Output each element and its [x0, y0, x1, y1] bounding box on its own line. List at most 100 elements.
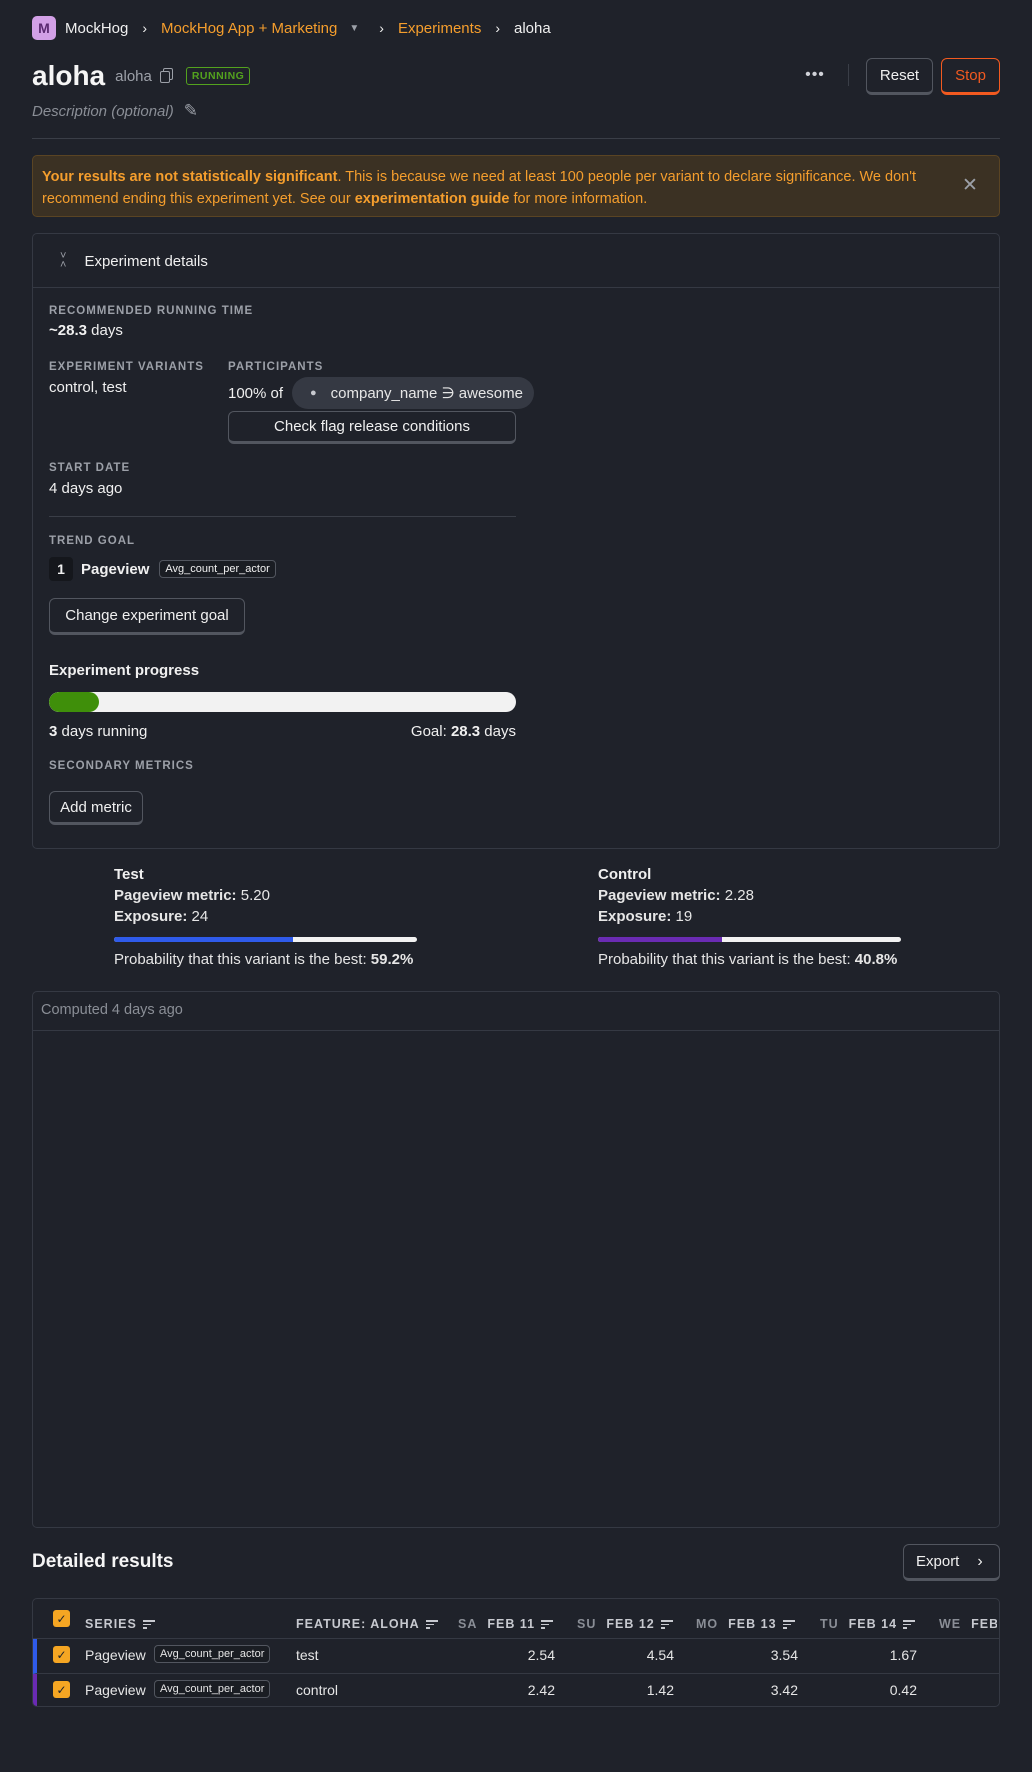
- series-name: Pageview: [85, 1647, 146, 1663]
- row-checkbox[interactable]: ✓: [53, 1681, 70, 1698]
- close-icon[interactable]: ✕: [962, 174, 978, 197]
- prob-label: Probability that this variant is the bes…: [114, 951, 371, 968]
- column-label: FEB 12: [606, 1617, 655, 1631]
- check-flag-button[interactable]: Check flag release conditions: [228, 411, 516, 444]
- variant-metric: Pageview metric: 5.20: [114, 887, 417, 904]
- change-goal-button[interactable]: Change experiment goal: [49, 598, 245, 635]
- detailed-results-title: Detailed results: [32, 1551, 174, 1572]
- variant-cell: test: [296, 1647, 319, 1663]
- reset-button[interactable]: Reset: [866, 58, 933, 95]
- column-label: FEB: [971, 1617, 997, 1631]
- sort-icon[interactable]: [425, 1619, 438, 1629]
- goal-days-number: 28.3: [450, 723, 481, 740]
- experiment-details-panel: [32, 233, 1000, 849]
- select-all-checkbox[interactable]: ✓: [53, 1610, 70, 1627]
- org-avatar[interactable]: M: [32, 16, 56, 40]
- breadcrumb-project[interactable]: MockHog App + Marketing: [161, 20, 337, 37]
- page-header: aloha aloha RUNNING: [32, 58, 251, 94]
- participants-label: PARTICIPANTS: [228, 361, 324, 373]
- variant-summary-control: Control Pageview metric: 2.28 Exposure: …: [598, 866, 901, 968]
- column-feb-14[interactable]: TU FEB 14: [820, 1617, 916, 1631]
- progress-track: [49, 692, 516, 712]
- column-label: SERIES: [85, 1617, 137, 1631]
- variants-value: control, test: [49, 379, 127, 396]
- sort-icon[interactable]: [660, 1619, 673, 1629]
- description-placeholder[interactable]: Description (optional): [32, 103, 174, 120]
- exposure-label: Exposure:: [114, 908, 188, 925]
- chart-panel-divider: [33, 1030, 999, 1031]
- column-feb-15[interactable]: WE FEB: [939, 1617, 997, 1631]
- description[interactable]: Description (optional) ✎: [32, 101, 198, 121]
- probability-text: Probability that this variant is the bes…: [114, 951, 417, 968]
- variant-exposure: Exposure: 24: [114, 908, 417, 925]
- experimentation-guide-link[interactable]: experimentation guide: [355, 191, 510, 207]
- prob-label: Probability that this variant is the bes…: [598, 951, 855, 968]
- chevron-right-icon: ›: [977, 1552, 983, 1570]
- exposure-value: 24: [191, 908, 209, 925]
- sort-icon[interactable]: [541, 1619, 554, 1629]
- days-running-suffix: days running: [57, 723, 148, 740]
- column-feb-11[interactable]: SA FEB 11: [458, 1617, 554, 1631]
- prob-value: 40.8%: [854, 951, 898, 968]
- column-feb-13[interactable]: MO FEB 13: [696, 1617, 795, 1631]
- exposure-value: 19: [675, 908, 693, 925]
- goal-event: Pageview: [81, 560, 150, 578]
- probability-text: Probability that this variant is the bes…: [598, 951, 901, 968]
- column-label: FEB 11: [487, 1617, 536, 1631]
- status-badge: RUNNING: [185, 67, 251, 85]
- copy-icon[interactable]: [159, 68, 174, 84]
- sort-icon[interactable]: [903, 1619, 916, 1629]
- more-options-button[interactable]: •••: [800, 60, 830, 90]
- variant-summary-test: Test Pageview metric: 5.20 Exposure: 24 …: [114, 866, 417, 968]
- participants-filter: company_name ∋ awesome: [330, 385, 523, 402]
- column-feature[interactable]: FEATURE: ALOHA: [296, 1617, 438, 1631]
- column-day: SU: [577, 1617, 597, 1631]
- chevron-right-icon: ›: [142, 20, 148, 36]
- metric-value: 5.20: [240, 887, 270, 904]
- column-label: FEB 13: [728, 1617, 777, 1631]
- value-cell: 1.67: [889, 1647, 917, 1663]
- collapse-icon[interactable]: ˅ ˄: [60, 251, 66, 271]
- column-day: WE: [939, 1617, 962, 1631]
- results-chart-panel: [32, 991, 1000, 1528]
- caret-down-icon[interactable]: ▼: [349, 23, 359, 34]
- significance-warning-banner: Your results are not statistically signi…: [32, 155, 1000, 217]
- column-label: FEATURE: ALOHA: [296, 1617, 420, 1631]
- breadcrumb-org[interactable]: MockHog: [65, 20, 128, 37]
- progress-fill: [49, 692, 99, 712]
- goal-math-tag: Avg_count_per_actor: [159, 560, 276, 578]
- value-cell: 1.42: [646, 1682, 674, 1698]
- column-label: FEB 14: [848, 1617, 898, 1631]
- value-cell: 2.54: [527, 1647, 555, 1663]
- value-cell: 4.54: [646, 1647, 674, 1663]
- goal-days: Goal: 28.3 days: [411, 723, 516, 740]
- experiment-details-title: Experiment details: [84, 252, 208, 270]
- progress-title: Experiment progress: [49, 662, 200, 679]
- sort-icon[interactable]: [142, 1619, 155, 1629]
- goal-days-prefix: Goal:: [410, 723, 451, 740]
- value-cell: 3.54: [770, 1647, 798, 1663]
- running-time-number: 28.3: [57, 322, 87, 339]
- secondary-metrics-label: SECONDARY METRICS: [49, 760, 194, 772]
- header-rule: [32, 138, 1000, 139]
- participants-filter-pill: ● company_name ∋ awesome: [292, 377, 534, 409]
- column-feb-12[interactable]: SU FEB 12: [577, 1617, 673, 1631]
- edit-pencil-icon[interactable]: ✎: [184, 101, 198, 121]
- header-divider: [848, 64, 849, 86]
- experiment-details-header[interactable]: ˅ ˄ Experiment details: [60, 250, 208, 272]
- computed-timestamp: Computed 4 days ago: [41, 1002, 183, 1018]
- breadcrumb-experiments[interactable]: Experiments: [398, 20, 481, 37]
- running-time-unit: days: [86, 322, 123, 339]
- running-time-prefix: ~: [49, 322, 58, 339]
- stop-button[interactable]: Stop: [941, 58, 1000, 95]
- page-title: aloha: [32, 60, 106, 91]
- running-time-label: RECOMMENDED RUNNING TIME: [49, 305, 254, 317]
- add-metric-button[interactable]: Add metric: [49, 791, 143, 825]
- row-checkbox[interactable]: ✓: [53, 1646, 70, 1663]
- sort-icon[interactable]: [782, 1619, 795, 1629]
- export-button[interactable]: Export ›: [903, 1544, 1000, 1581]
- column-series[interactable]: SERIES: [85, 1617, 155, 1631]
- start-date-label: START DATE: [49, 462, 131, 474]
- banner-bold: Your results are not statistically signi…: [42, 169, 338, 185]
- variant-name: Test: [114, 866, 144, 883]
